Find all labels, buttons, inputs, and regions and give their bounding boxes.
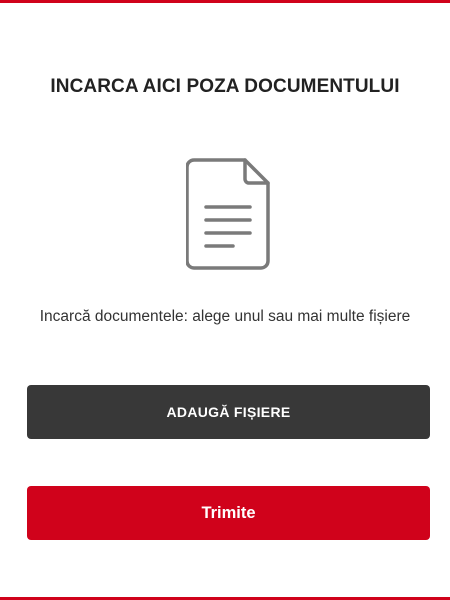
upload-instructions: Incarcă documentele: alege unul sau mai … bbox=[39, 308, 411, 325]
upload-page: INCARCA AICI POZA DOCUMENTULUI Incarcă d… bbox=[0, 0, 450, 600]
document-icon bbox=[185, 157, 272, 271]
add-files-button[interactable]: ADAUGĂ FIȘIERE bbox=[27, 385, 430, 439]
submit-button[interactable]: Trimite bbox=[27, 486, 430, 540]
top-accent-bar bbox=[0, 0, 450, 3]
page-title: INCARCA AICI POZA DOCUMENTULUI bbox=[50, 76, 400, 97]
